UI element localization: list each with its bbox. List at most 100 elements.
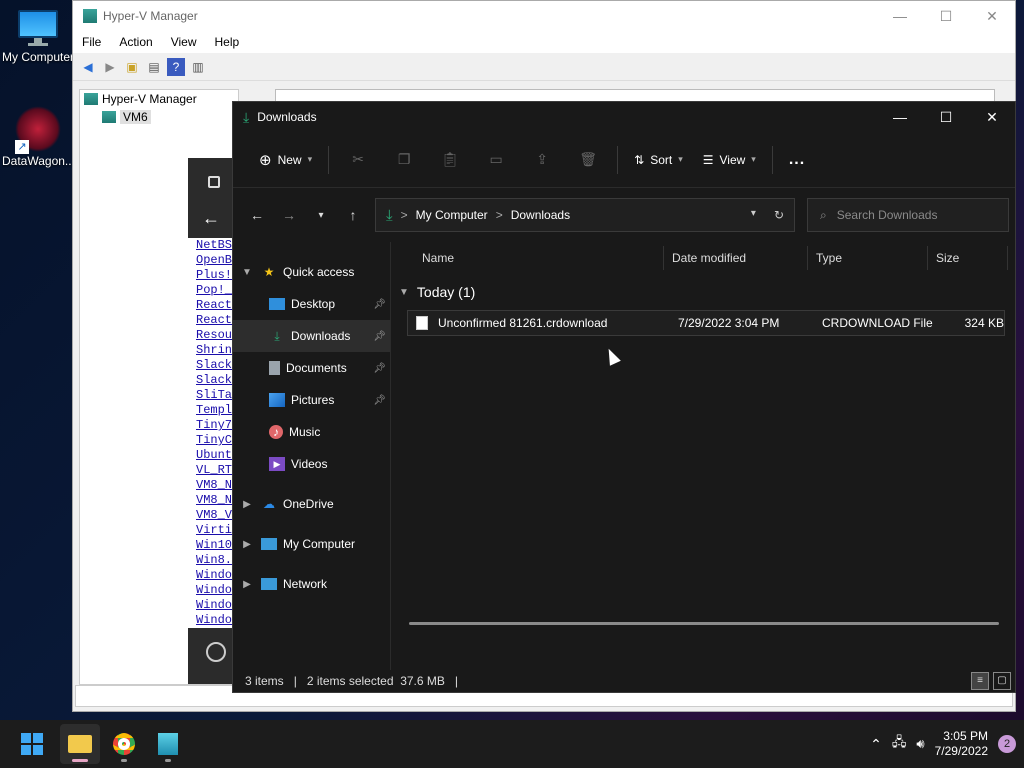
help-icon[interactable]: ? xyxy=(167,57,185,76)
tree-node-root[interactable]: Hyper-V Manager xyxy=(80,90,238,108)
new-button[interactable]: ⊕ New ▾ xyxy=(249,144,322,176)
paste-icon[interactable]: 📋︎ xyxy=(435,151,465,168)
chevron-down-icon: ▾ xyxy=(751,154,756,164)
rename-icon[interactable]: ▭ xyxy=(481,151,511,168)
column-type[interactable]: Type xyxy=(808,246,928,270)
breadcrumb-separator: > xyxy=(400,208,408,222)
nav-onedrive[interactable]: ▶ ☁ OneDrive xyxy=(233,488,390,520)
close-button[interactable]: ✕ xyxy=(969,8,1015,25)
computer-icon xyxy=(261,538,277,550)
maximize-button[interactable]: ☐ xyxy=(923,109,969,126)
chevron-down-icon[interactable]: ▼ xyxy=(233,267,261,278)
nav-pictures[interactable]: Pictures 📌︎ xyxy=(233,384,390,416)
breadcrumb-my-computer[interactable]: My Computer xyxy=(416,208,488,222)
view-button[interactable]: ☰ View ▾ xyxy=(693,144,766,176)
desktop-icon-my-computer[interactable]: My Computer xyxy=(2,0,74,64)
hyperv-titlebar: Hyper-V Manager — ☐ ✕ xyxy=(73,1,1015,31)
maximize-button[interactable]: ☐ xyxy=(923,8,969,25)
back-arrow-icon[interactable]: ← xyxy=(241,207,273,223)
notification-badge[interactable]: 2 xyxy=(998,735,1016,753)
nav-network[interactable]: ▶ Network xyxy=(233,568,390,600)
nav-label: Pictures xyxy=(291,393,335,407)
back-icon[interactable]: ◀ xyxy=(79,58,97,76)
nav-desktop[interactable]: Desktop 📌︎ xyxy=(233,288,390,320)
minimize-button[interactable]: — xyxy=(877,109,923,126)
nav-downloads[interactable]: ⤓ Downloads 📌︎ xyxy=(233,320,390,352)
nav-music[interactable]: ♪ Music xyxy=(233,416,390,448)
clock-date: 7/29/2022 xyxy=(934,744,988,758)
hyperv-app-icon xyxy=(83,9,97,23)
nav-label: Documents xyxy=(286,361,347,375)
show-tree-icon[interactable]: ▤ xyxy=(145,58,163,76)
taskbar-hyperv-manager[interactable] xyxy=(148,724,188,764)
nav-label: Music xyxy=(289,425,321,439)
tiles-view-icon[interactable]: ▢ xyxy=(993,672,1011,690)
tree-node-label: Hyper-V Manager xyxy=(102,92,197,106)
column-size[interactable]: Size xyxy=(928,246,1008,270)
clock[interactable]: 3:05 PM 7/29/2022 xyxy=(935,729,988,759)
file-icon xyxy=(416,316,428,330)
network-status-icon[interactable]: 🖧︎ xyxy=(892,733,907,755)
nav-quick-access[interactable]: ▼ ★ Quick access xyxy=(233,256,390,288)
view-label: View xyxy=(719,152,746,167)
column-date-modified[interactable]: Date modified xyxy=(664,246,808,270)
chevron-right-icon[interactable]: ▶ xyxy=(233,499,261,510)
refresh-icon[interactable]: ↻ xyxy=(774,208,784,222)
forward-icon[interactable]: ▶ xyxy=(101,58,119,76)
cut-icon[interactable]: ✂ xyxy=(343,151,373,168)
menu-action[interactable]: Action xyxy=(110,35,161,49)
sort-button[interactable]: ⇅ Sort ▾ xyxy=(624,144,693,176)
up-arrow-icon[interactable]: ↑ xyxy=(337,207,369,223)
plus-circle-icon: ⊕ xyxy=(259,151,272,169)
nav-videos[interactable]: ▶ Videos xyxy=(233,448,390,480)
chevron-down-icon: ▾ xyxy=(307,154,313,164)
horizontal-scrollbar[interactable] xyxy=(409,622,999,625)
nav-label: Network xyxy=(283,577,328,591)
nav-my-computer[interactable]: ▶ My Computer xyxy=(233,528,390,560)
forward-arrow-icon[interactable]: → xyxy=(273,207,305,223)
settings-icon[interactable] xyxy=(208,176,220,188)
delete-icon[interactable]: 🗑︎ xyxy=(573,151,603,168)
chevron-right-icon[interactable]: ▶ xyxy=(233,539,261,550)
vm-panel: ← NetBS OpenB Plus! Pop!_ React React Resou Shr… xyxy=(188,158,238,684)
tree-node-vm6[interactable]: VM6 xyxy=(80,108,238,126)
chevron-down-icon[interactable]: ▾ xyxy=(751,208,756,222)
menu-file[interactable]: File xyxy=(73,35,110,49)
copy-icon[interactable]: ❐ xyxy=(389,151,419,168)
start-button[interactable] xyxy=(12,724,52,764)
share-icon[interactable]: ⇪ xyxy=(527,151,557,168)
iso-icon[interactable] xyxy=(206,642,226,662)
recent-locations-icon[interactable]: ▾ xyxy=(305,210,337,221)
breadcrumb-downloads[interactable]: Downloads xyxy=(511,208,570,222)
chevron-down-icon: ▾ xyxy=(678,154,683,164)
vm-link-list: NetBS OpenB Plus! Pop!_ React React Resou Shrin… xyxy=(188,238,238,628)
desktop-icon-datawagon[interactable]: ↗ DataWagon... xyxy=(2,100,74,168)
group-header-today[interactable]: ▼ Today (1) xyxy=(391,280,1015,304)
explorer-window: ⤓ Downloads — ☐ ✕ ⊕ New ▾ ✂ ❐ 📋︎ ▭ ⇪ 🗑︎ … xyxy=(232,101,1016,693)
datawagon-icon: ↗ xyxy=(15,106,61,154)
volume-icon[interactable]: 🔊︎ xyxy=(916,736,924,752)
chevron-right-icon[interactable]: ▶ xyxy=(233,579,261,590)
desktop-icon-label: My Computer xyxy=(2,50,74,64)
search-box[interactable]: ⌕ Search Downloads xyxy=(807,198,1009,232)
close-button[interactable]: ✕ xyxy=(969,109,1015,126)
properties-icon[interactable]: ▥ xyxy=(189,58,207,76)
file-row[interactable]: Unconfirmed 81261.crdownload 7/29/2022 3… xyxy=(407,310,1005,336)
nav-documents[interactable]: Documents 📌︎ xyxy=(233,352,390,384)
menu-help[interactable]: Help xyxy=(206,35,249,49)
details-view-icon[interactable]: ≡ xyxy=(971,672,989,690)
see-more-button[interactable]: ... xyxy=(779,144,815,176)
back-arrow-icon[interactable]: ← xyxy=(202,208,220,229)
up-folder-icon[interactable]: ▣ xyxy=(123,58,141,76)
taskbar-chrome[interactable] xyxy=(104,724,144,764)
minimize-button[interactable]: — xyxy=(877,8,923,25)
taskbar-file-explorer[interactable] xyxy=(60,724,100,764)
chevron-down-icon: ▼ xyxy=(399,286,409,298)
address-bar[interactable]: ⤓ > My Computer > Downloads ▾ ↻ xyxy=(375,198,795,232)
column-name[interactable]: Name xyxy=(391,246,664,270)
chevron-up-icon[interactable]: ⌃ xyxy=(870,736,882,753)
sort-label: Sort xyxy=(650,152,673,167)
clock-time: 3:05 PM xyxy=(943,729,988,743)
address-row: ← → ▾ ↑ ⤓ > My Computer > Downloads ▾ ↻ … xyxy=(233,188,1015,242)
menu-view[interactable]: View xyxy=(162,35,206,49)
